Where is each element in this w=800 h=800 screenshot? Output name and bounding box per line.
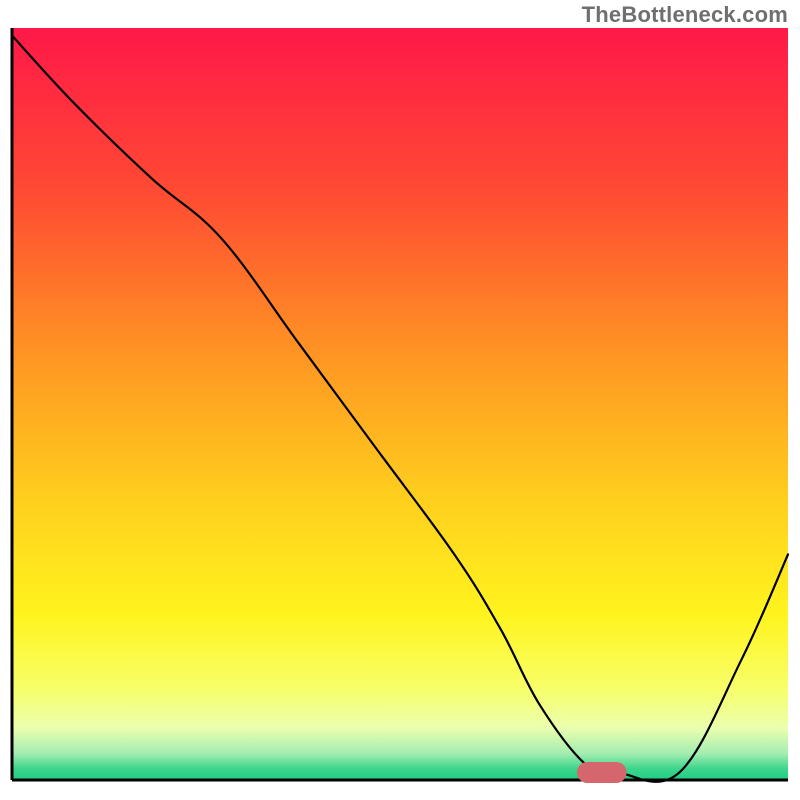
plot-background bbox=[12, 28, 788, 780]
minimum-marker bbox=[577, 762, 627, 783]
chart-container: TheBottleneck.com bbox=[0, 0, 800, 800]
chart-svg bbox=[0, 0, 800, 800]
